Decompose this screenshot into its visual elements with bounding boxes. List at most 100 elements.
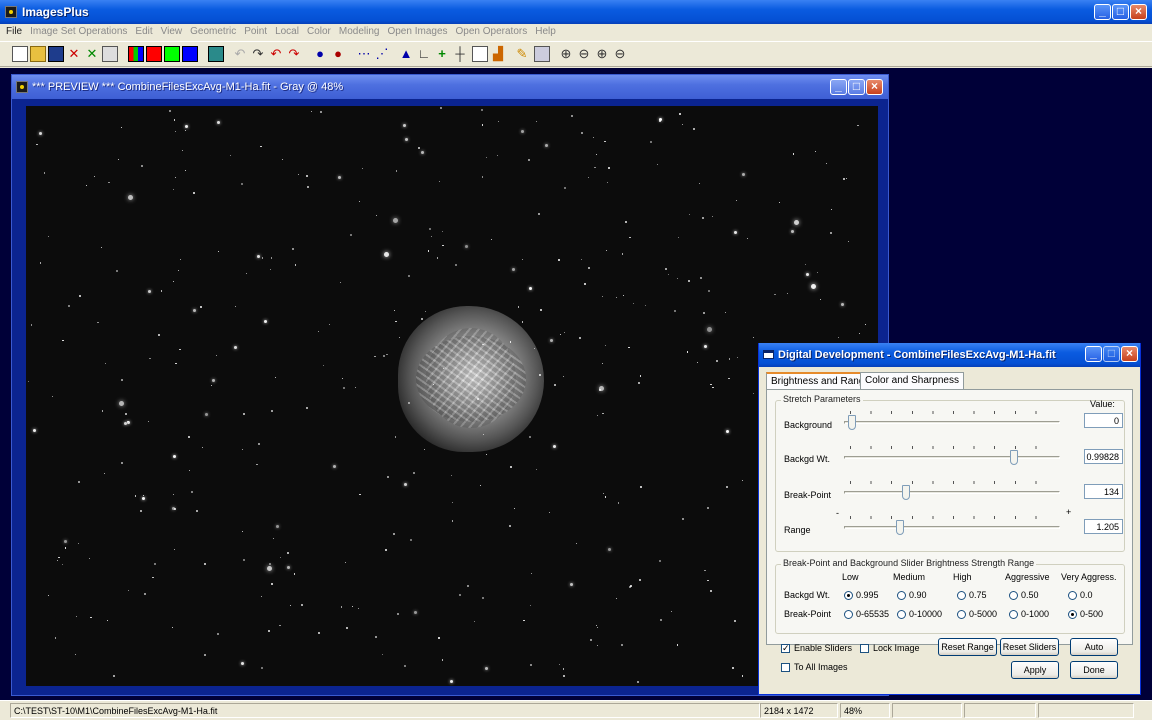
menu-local[interactable]: Local bbox=[271, 24, 303, 39]
menu-modeling[interactable]: Modeling bbox=[335, 24, 384, 39]
star bbox=[30, 324, 33, 326]
menu-open-operators[interactable]: Open Operators bbox=[452, 24, 532, 39]
backgd-high-radio[interactable] bbox=[957, 591, 966, 600]
break-high-radio[interactable] bbox=[957, 610, 966, 619]
print-icon[interactable] bbox=[102, 46, 118, 62]
preview-close-icon[interactable]: × bbox=[866, 79, 883, 95]
mask-icon[interactable]: ● bbox=[312, 46, 328, 62]
star bbox=[681, 123, 683, 125]
red-channel-icon[interactable] bbox=[146, 46, 162, 62]
range-slider-thumb[interactable] bbox=[896, 520, 904, 535]
break-point-slider-thumb[interactable] bbox=[902, 485, 911, 500]
star bbox=[837, 336, 840, 338]
break-point-slider[interactable] bbox=[844, 481, 1062, 501]
range-value-field[interactable]: 1.205 bbox=[1084, 519, 1123, 534]
background-value-field[interactable]: 0 bbox=[1084, 413, 1123, 428]
backgd-wt-slider[interactable] bbox=[844, 446, 1062, 466]
zoom-in-icon[interactable]: ⊕ bbox=[558, 46, 574, 62]
star bbox=[656, 163, 659, 165]
enable-sliders-checkbox[interactable]: ✓ bbox=[781, 644, 790, 653]
menu-point[interactable]: Point bbox=[240, 24, 271, 39]
star bbox=[608, 167, 610, 169]
undo-all-icon[interactable]: ↶ bbox=[268, 46, 284, 62]
range-slider[interactable] bbox=[844, 516, 1062, 536]
dialog-maximize-icon[interactable]: □ bbox=[1103, 346, 1120, 362]
done-button[interactable]: Done bbox=[1070, 661, 1118, 679]
maximize-icon[interactable]: □ bbox=[1112, 4, 1129, 20]
break-low-text: 0-65535 bbox=[856, 609, 890, 619]
save-icon[interactable] bbox=[48, 46, 64, 62]
new-file-icon[interactable] bbox=[12, 46, 28, 62]
backgd-wt-value-field[interactable]: 0.99828 bbox=[1084, 449, 1123, 464]
star bbox=[311, 111, 313, 113]
background-slider[interactable] bbox=[844, 411, 1062, 431]
star bbox=[735, 200, 737, 202]
histogram-icon[interactable]: ▲ bbox=[398, 46, 414, 62]
redo-all-icon[interactable]: ↷ bbox=[286, 46, 302, 62]
redo-icon[interactable]: ↷ bbox=[250, 46, 266, 62]
star bbox=[385, 549, 388, 551]
break-medium-radio[interactable] bbox=[897, 610, 906, 619]
point-select-icon[interactable]: ⋰ bbox=[374, 46, 390, 62]
preview-minimize-icon[interactable]: _ bbox=[830, 79, 847, 95]
grid-icon[interactable] bbox=[472, 46, 488, 62]
star bbox=[522, 258, 524, 261]
menu-image-set-operations[interactable]: Image Set Operations bbox=[26, 24, 131, 39]
dialog-minimize-icon[interactable]: _ bbox=[1085, 346, 1102, 362]
star bbox=[242, 412, 245, 415]
zoom-out-icon[interactable]: ⊖ bbox=[576, 46, 592, 62]
break-aggressive-radio[interactable] bbox=[1009, 610, 1018, 619]
crop-icon[interactable]: ┼ bbox=[452, 46, 468, 62]
menu-color[interactable]: Color bbox=[303, 24, 335, 39]
open-folder-icon[interactable] bbox=[30, 46, 46, 62]
backgd-low-radio[interactable] bbox=[844, 591, 853, 600]
menu-geometric[interactable]: Geometric bbox=[186, 24, 240, 39]
zoom-fit-icon[interactable]: ⊕ bbox=[594, 46, 610, 62]
preview-maximize-icon[interactable]: □ bbox=[848, 79, 865, 95]
background-slider-thumb[interactable] bbox=[848, 415, 857, 430]
star bbox=[398, 336, 400, 338]
menu-open-images[interactable]: Open Images bbox=[383, 24, 451, 39]
backgd-medium-radio[interactable] bbox=[897, 591, 906, 600]
break-point-value-field[interactable]: 134 bbox=[1084, 484, 1123, 499]
menu-edit[interactable]: Edit bbox=[131, 24, 156, 39]
star bbox=[268, 629, 271, 632]
points-icon[interactable]: ⋯ bbox=[356, 46, 372, 62]
table-icon[interactable] bbox=[534, 46, 550, 62]
tab-color-and-sharpness[interactable]: Color and Sharpness bbox=[860, 372, 964, 389]
star bbox=[269, 268, 272, 270]
tab-brightness-and-range[interactable]: Brightness and Range bbox=[766, 372, 875, 390]
zoom-actual-icon[interactable]: ⊖ bbox=[612, 46, 628, 62]
close-image-icon[interactable]: ✕ bbox=[66, 46, 82, 62]
close-all-icon[interactable]: ✕ bbox=[84, 46, 100, 62]
to-all-images-checkbox[interactable] bbox=[781, 663, 790, 672]
star bbox=[439, 106, 442, 109]
menu-view[interactable]: View bbox=[157, 24, 187, 39]
menu-file[interactable]: File bbox=[0, 24, 26, 39]
backgd-aggressive-radio[interactable] bbox=[1009, 591, 1018, 600]
backgd-very-aggressive-radio[interactable] bbox=[1068, 591, 1077, 600]
astro-image[interactable] bbox=[26, 106, 878, 686]
curves-icon[interactable]: ∟ bbox=[416, 46, 432, 62]
minimize-icon[interactable]: _ bbox=[1094, 4, 1111, 20]
pencil-icon[interactable]: ✎ bbox=[514, 46, 530, 62]
rgb-channels-icon[interactable] bbox=[128, 46, 144, 62]
green-channel-icon[interactable] bbox=[164, 46, 180, 62]
mask-invert-icon[interactable]: ● bbox=[330, 46, 346, 62]
apply-button[interactable]: Apply bbox=[1011, 661, 1059, 679]
backgd-wt-slider-thumb[interactable] bbox=[1010, 450, 1019, 465]
close-icon[interactable]: × bbox=[1130, 4, 1147, 20]
lock-image-checkbox[interactable] bbox=[860, 644, 869, 653]
menu-help[interactable]: Help bbox=[531, 24, 560, 39]
undo-disabled-icon[interactable]: ↶ bbox=[232, 46, 248, 62]
reset-range-button[interactable]: Reset Range bbox=[938, 638, 997, 656]
break-low-radio[interactable] bbox=[844, 610, 853, 619]
crosshair-icon[interactable]: + bbox=[434, 46, 450, 62]
dialog-close-icon[interactable]: × bbox=[1121, 346, 1138, 362]
blue-channel-icon[interactable] bbox=[182, 46, 198, 62]
break-very-aggressive-radio[interactable] bbox=[1068, 610, 1077, 619]
auto-button[interactable]: Auto bbox=[1070, 638, 1118, 656]
reset-sliders-button[interactable]: Reset Sliders bbox=[1000, 638, 1059, 656]
statistics-icon[interactable]: ▟ bbox=[490, 46, 506, 62]
gray-channel-icon[interactable] bbox=[208, 46, 224, 62]
